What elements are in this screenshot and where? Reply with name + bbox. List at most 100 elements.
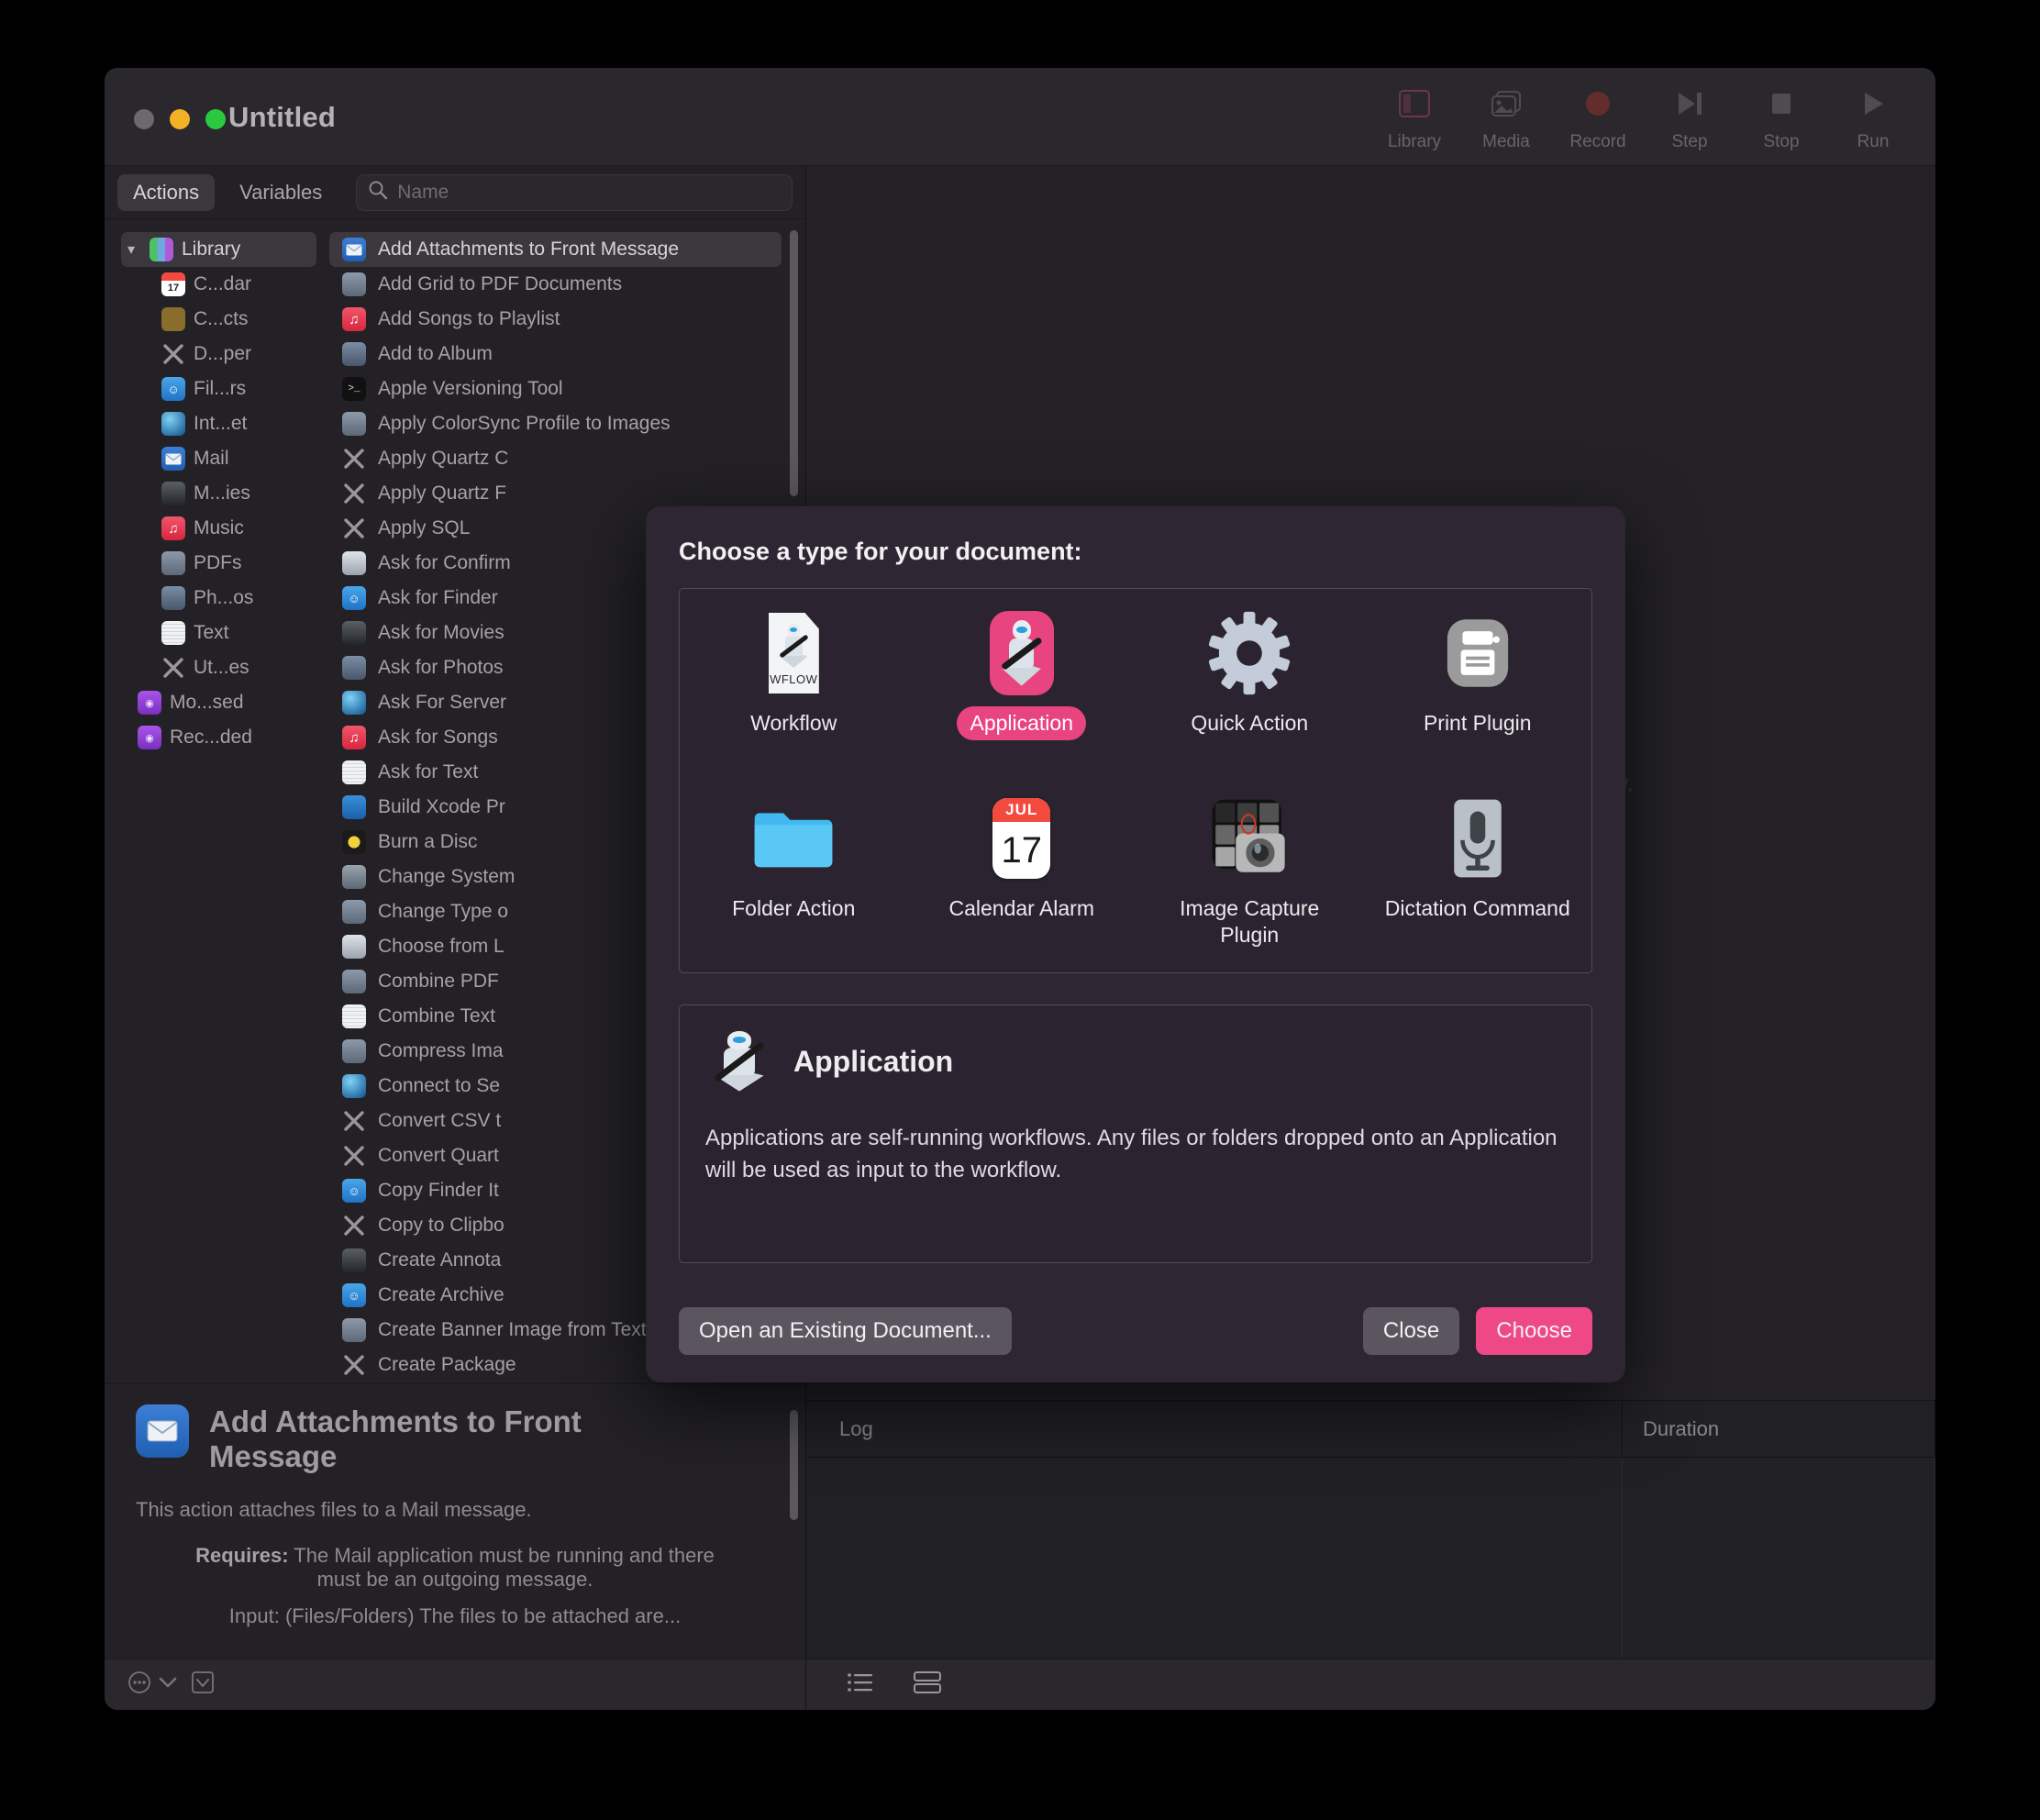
close-window-button[interactable]: [134, 109, 154, 129]
utilities-icon: [342, 1214, 366, 1237]
tree-item-mail[interactable]: Mail: [121, 441, 329, 476]
toolbar-step-label: Step: [1671, 132, 1708, 151]
more-options-button[interactable]: [127, 1670, 178, 1700]
finder-icon: ☺: [161, 377, 185, 401]
document-type-workflow[interactable]: WFLOW Workflow: [680, 602, 908, 787]
movies-icon: [342, 621, 366, 645]
document-type-calendar-alarm[interactable]: JUL 17 Calendar Alarm: [908, 787, 1136, 972]
action-list-item-label: Apple Versioning Tool: [378, 378, 563, 399]
action-list-item-label: Change Type o: [378, 901, 509, 922]
action-info-requires-text: The Mail application must be running and…: [294, 1543, 715, 1591]
tree-item-label: M...ies: [194, 483, 250, 504]
sidebar-icon: [1399, 84, 1430, 123]
tree-item-dper[interactable]: D...per: [121, 337, 329, 372]
action-list-item[interactable]: Add to Album: [329, 337, 782, 372]
action-info-title: Add Attachments to Front Message: [209, 1404, 582, 1473]
media-icon: [1491, 84, 1522, 123]
document-type-grid: WFLOW Workflow Application Quick Action Prin…: [679, 588, 1592, 973]
minimize-window-button[interactable]: [170, 109, 190, 129]
tree-item-music[interactable]: ♫ Music: [121, 511, 329, 546]
toolbar-library-button[interactable]: Library: [1369, 84, 1460, 152]
toolbar-media-button[interactable]: Media: [1460, 84, 1552, 152]
tree-item-intet[interactable]: Int...et: [121, 406, 329, 441]
document-type-label: Folder Action: [732, 896, 856, 920]
music-icon: ♫: [342, 307, 366, 331]
internet-icon: [342, 1074, 366, 1098]
action-list-item-label: Convert Quart: [378, 1145, 499, 1166]
checkbox-button[interactable]: [191, 1670, 215, 1700]
tree-item-mies[interactable]: M...ies: [121, 476, 329, 511]
document-type-image-capture-plugin[interactable]: Image Capture Plugin: [1136, 787, 1364, 972]
toolbar: Library Media Record Step Stop Run: [1369, 84, 1919, 163]
folder-icon: [751, 796, 836, 881]
actions-scrollbar[interactable]: [790, 230, 798, 496]
calendar-icon: JUL 17: [980, 796, 1064, 881]
toolbar-run-button[interactable]: Run: [1827, 84, 1919, 152]
document-type-quick-action[interactable]: Quick Action: [1136, 602, 1364, 787]
pdf-icon: [161, 551, 185, 575]
log-column-duration[interactable]: Duration: [1623, 1401, 1935, 1457]
action-list-item[interactable]: Add Grid to PDF Documents: [329, 267, 782, 302]
action-list-item-label: Ask for Songs: [378, 727, 498, 748]
action-list-item[interactable]: ♫ Add Songs to Playlist: [329, 302, 782, 337]
stop-icon: [1768, 84, 1795, 123]
action-list-item[interactable]: Add Attachments to Front Message: [329, 232, 782, 267]
toolbar-library-label: Library: [1387, 132, 1442, 151]
finder-icon: ☺: [342, 1179, 366, 1203]
close-button[interactable]: Close: [1362, 1307, 1460, 1355]
action-info-input: Input: (Files/Folders) The files to be a…: [228, 1604, 682, 1627]
document-type-dictation-command[interactable]: Dictation Command: [1364, 787, 1592, 972]
smart-folder-icon: ◉: [138, 691, 161, 715]
printer-icon: [1436, 611, 1520, 695]
tree-item-phos[interactable]: Ph...os: [121, 581, 329, 616]
document-type-application[interactable]: Application: [908, 602, 1136, 787]
action-list-item[interactable]: Apply ColorSync Profile to Images: [329, 406, 782, 441]
tree-item-mosed[interactable]: ◉ Mo...sed: [121, 685, 329, 720]
toolbar-stop-button[interactable]: Stop: [1735, 84, 1827, 152]
open-existing-document-button[interactable]: Open an Existing Document...: [679, 1307, 1012, 1355]
tree-item-label: Ut...es: [194, 657, 249, 678]
application-icon: [705, 1027, 773, 1095]
tree-item-library[interactable]: ▾ Library: [121, 232, 316, 267]
document-type-print-plugin[interactable]: Print Plugin: [1364, 602, 1592, 787]
tree-item-text[interactable]: Text: [121, 616, 329, 650]
tree-item-cdar[interactable]: 17 C...dar: [121, 267, 329, 302]
choose-button[interactable]: Choose: [1476, 1307, 1592, 1355]
tree-item-pdfs[interactable]: PDFs: [121, 546, 329, 581]
action-info-requires: Requires: The Mail application must be r…: [136, 1544, 774, 1592]
action-info-description: This action attaches files to a Mail mes…: [136, 1497, 532, 1521]
tab-actions[interactable]: Actions: [117, 173, 216, 211]
utilities-icon: [342, 1144, 366, 1168]
pdf-icon: [342, 412, 366, 436]
info-scrollbar[interactable]: [790, 1410, 798, 1520]
action-list-item-label: Add Songs to Playlist: [378, 308, 560, 329]
zoom-window-button[interactable]: [205, 109, 226, 129]
utilities-icon: [342, 447, 366, 471]
tree-item-filrs[interactable]: ☺ Fil...rs: [121, 372, 329, 406]
search-field[interactable]: Name: [356, 173, 793, 211]
document-type-label: Application: [957, 706, 1087, 740]
document-type-detail: Application Applications are self-runnin…: [679, 1004, 1592, 1263]
action-list-item[interactable]: Apply Quartz C: [329, 441, 782, 476]
toolbar-record-button[interactable]: Record: [1552, 84, 1644, 152]
tree-item-recded[interactable]: ◉ Rec...ded: [121, 720, 329, 755]
action-list-item-label: Add to Album: [378, 343, 493, 364]
split-view-icon[interactable]: [913, 1670, 942, 1699]
toolbar-step-button[interactable]: Step: [1644, 84, 1735, 152]
document-type-label: Image Capture Plugin: [1180, 896, 1320, 947]
tree-item-label: Music: [194, 517, 244, 538]
tree-item-ccts[interactable]: C...cts: [121, 302, 329, 337]
tree-item-label: PDFs: [194, 552, 242, 573]
tab-variables[interactable]: Variables: [224, 174, 338, 211]
action-list-item[interactable]: >_ Apple Versioning Tool: [329, 372, 782, 406]
tree-item-utes[interactable]: Ut...es: [121, 650, 329, 685]
detail-text: Applications are self-running workflows.…: [705, 1126, 1558, 1182]
log-column-log[interactable]: Log: [806, 1401, 1623, 1457]
chevron-down-icon[interactable]: ▾: [121, 240, 141, 259]
tree-item-label: Ph...os: [194, 587, 254, 608]
document-type-folder-action[interactable]: Folder Action: [680, 787, 908, 972]
list-view-icon[interactable]: [847, 1670, 874, 1699]
workflow-doc-icon: WFLOW: [751, 611, 836, 695]
pdf-icon: [342, 970, 366, 993]
step-icon: [1675, 84, 1704, 123]
